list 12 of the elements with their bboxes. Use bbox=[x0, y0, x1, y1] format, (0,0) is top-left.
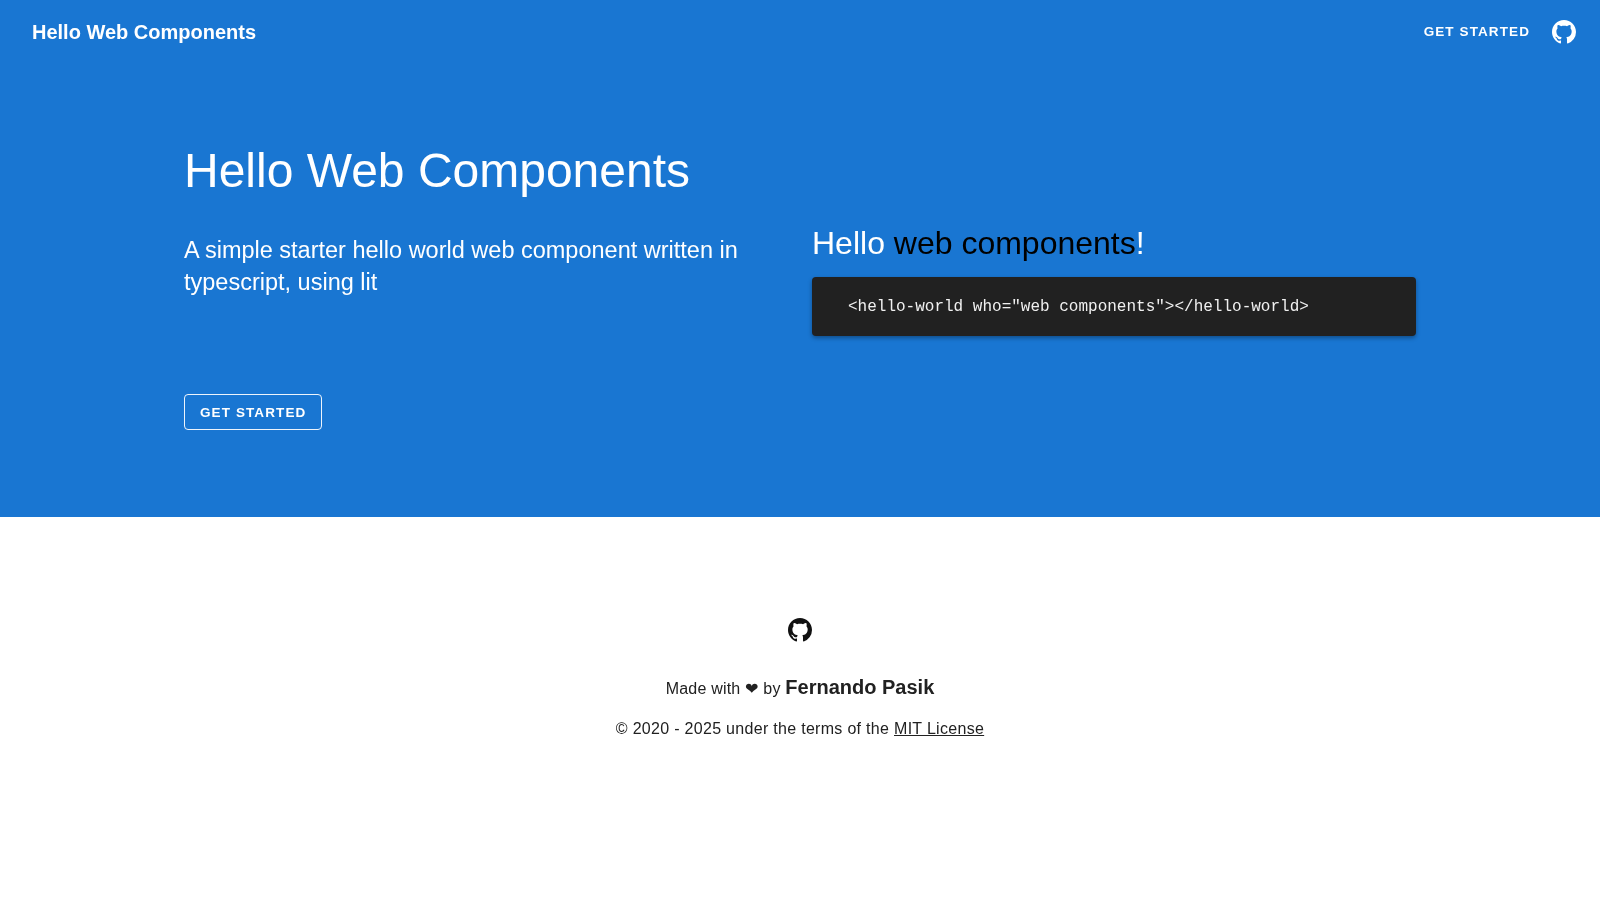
license-link[interactable]: MIT License bbox=[894, 720, 985, 737]
made-with-text: Made with ❤ by Fernando Pasik bbox=[665, 675, 935, 700]
github-icon[interactable] bbox=[788, 618, 812, 642]
get-started-button[interactable]: GET STARTED bbox=[184, 394, 323, 430]
demo-greeting: Hello web components! bbox=[812, 224, 1146, 263]
code-snippet: <hello-world who="web components"></hello-world> bbox=[812, 277, 1416, 336]
hero-title: Hello Web Components bbox=[184, 143, 691, 199]
copyright-text: © 2020 - 2025 under the terms of the MIT License bbox=[615, 719, 985, 739]
hero-subtitle: A simple starter hello world web component written in typescript, using lit bbox=[184, 236, 739, 297]
author-link[interactable]: Fernando Pasik bbox=[785, 676, 935, 698]
site-title: Hello Web Components bbox=[32, 20, 257, 45]
get-started-link[interactable]: GET STARTED bbox=[1421, 14, 1532, 50]
